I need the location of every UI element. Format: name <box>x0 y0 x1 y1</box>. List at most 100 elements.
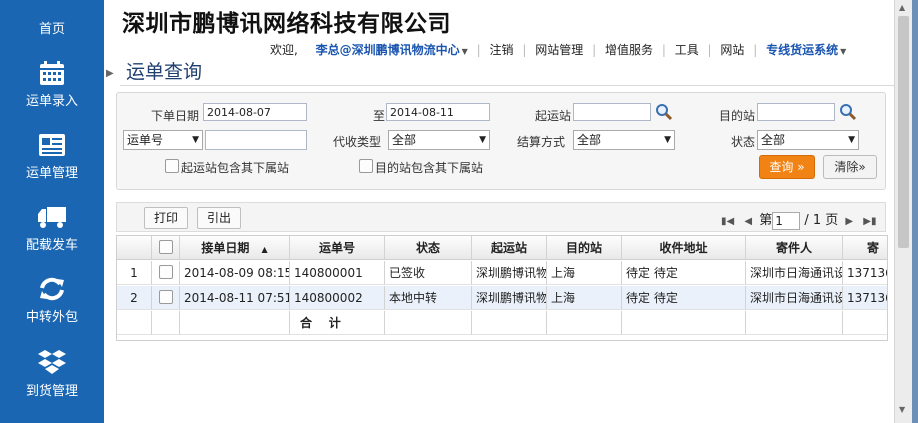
row-checkbox[interactable] <box>159 290 173 304</box>
divider <box>120 85 894 86</box>
calendar-icon <box>40 61 64 85</box>
sidebar-item-arrival-manage[interactable]: 到货管理 <box>0 348 104 399</box>
row-select-cell <box>152 261 180 285</box>
user-menu[interactable]: 李总@深圳鹏博讯物流中心 <box>316 41 460 58</box>
origin-input[interactable] <box>573 103 651 121</box>
page-total: / 1 页 <box>804 213 839 228</box>
collect-type-label: 代收类型 <box>333 135 382 149</box>
select-all-checkbox[interactable] <box>159 240 173 254</box>
column-header-index <box>117 236 152 260</box>
print-button[interactable]: 打印 <box>144 207 189 229</box>
dest-sub-checkbox[interactable] <box>359 159 373 173</box>
sidebar-item-label: 首页 <box>38 22 65 37</box>
column-header-destination[interactable]: 目的站 <box>547 236 622 260</box>
date-from-input[interactable]: 2014-08-07 <box>203 103 307 121</box>
address-cell: 待定 待定 <box>622 286 746 310</box>
settle-value: 全部 <box>577 133 602 147</box>
total-label: 合 计 <box>290 311 385 335</box>
sender-phone-cell: 137136 <box>843 261 887 285</box>
sender-cell: 深圳市日海通讯设 <box>746 261 843 285</box>
column-header-origin[interactable]: 起运站 <box>472 236 547 260</box>
waybill-number-input[interactable] <box>205 130 307 150</box>
origin-cell: 深圳鹏博讯物 <box>472 286 547 310</box>
nav-value-added[interactable]: 增值服务 <box>605 41 653 58</box>
sidebar-item-label: 运单管理 <box>25 166 78 181</box>
order-date-cell: 2014-08-11 07:51 <box>180 286 290 310</box>
dest-sub-label: 目的站包含其下属站 <box>375 161 484 175</box>
chevron-down-icon: ▼ <box>192 135 199 145</box>
last-page-icon[interactable]: ▶▮ <box>863 216 876 227</box>
dropbox-icon <box>38 350 66 374</box>
status-select[interactable]: 全部 ▼ <box>757 130 859 150</box>
page-number-input[interactable]: 1 <box>772 211 801 230</box>
chevron-down-icon: ▼ <box>664 135 671 145</box>
column-header-waybill-no[interactable]: 运单号 <box>290 236 385 260</box>
sidebar-toggle-icon[interactable]: ▶ <box>106 68 114 79</box>
chevron-down-icon[interactable]: ▼ <box>462 47 468 56</box>
welcome-text: 欢迎, <box>270 43 298 57</box>
column-header-status[interactable]: 状态 <box>385 236 472 260</box>
sidebar-item-waybill-manage[interactable]: 运单管理 <box>0 132 104 181</box>
vertical-scrollbar[interactable]: ▲ ▼ <box>894 0 913 423</box>
waybill-type-select[interactable]: 运单号 ▼ <box>123 130 203 150</box>
column-header-sender-phone[interactable]: 寄 <box>843 236 887 260</box>
row-index: 1 <box>117 261 152 285</box>
collect-type-select[interactable]: 全部 ▼ <box>388 130 490 150</box>
waybill-table: 接单日期 ▲ 运单号 状态 起运站 目的站 收件地址 寄件人 寄 1 2014-… <box>116 235 888 341</box>
nav-website[interactable]: 网站 <box>720 41 744 58</box>
sidebar-item-waybill-entry[interactable]: 运单录入 <box>0 60 104 109</box>
scroll-up-icon[interactable]: ▲ <box>899 3 905 12</box>
sidebar-item-transfer-outsource[interactable]: 中转外包 <box>0 276 104 325</box>
page-prefix: 第 <box>759 213 773 228</box>
sender-cell: 深圳市日海通讯设 <box>746 286 843 310</box>
sidebar-item-home[interactable]: 首页 <box>0 18 104 37</box>
next-page-icon[interactable]: ▶ <box>845 216 853 227</box>
settle-select[interactable]: 全部 ▼ <box>573 130 675 150</box>
export-button[interactable]: 引出 <box>197 207 242 229</box>
origin-sub-label: 起运站包含其下属站 <box>181 161 290 175</box>
chevron-down-icon: ▼ <box>848 135 855 145</box>
chevron-down-icon[interactable]: ▼ <box>840 47 846 56</box>
search-icon[interactable] <box>839 103 857 121</box>
status-value: 全部 <box>761 133 786 147</box>
order-date-cell: 2014-08-09 08:15 <box>180 261 290 285</box>
main-content: 深圳市鹏博讯网络科技有限公司 欢迎, 李总@深圳鹏博讯物流中心 ▼ | 注销 | … <box>104 0 894 423</box>
grid-toolbar: 打印 引出 ▮◀ ◀ 第1 / 1 页 ▶ ▶▮ <box>116 202 886 232</box>
date-to-input[interactable]: 2014-08-11 <box>386 103 490 121</box>
sidebar-item-loading-dispatch[interactable]: 配载发车 <box>0 204 104 253</box>
nav-tools[interactable]: 工具 <box>675 41 699 58</box>
chevron-down-icon: ▼ <box>479 135 486 145</box>
collect-type-value: 全部 <box>392 133 417 147</box>
column-header-sender[interactable]: 寄件人 <box>746 236 843 260</box>
order-date-label: 下单日期 <box>151 109 200 123</box>
scroll-down-icon[interactable]: ▼ <box>899 405 905 414</box>
clear-button[interactable]: 清除» <box>823 155 877 179</box>
row-checkbox[interactable] <box>159 265 173 279</box>
refresh-icon <box>40 277 64 301</box>
dest-label: 目的站 <box>719 109 756 123</box>
page-title: 运单查询 <box>126 61 203 83</box>
nav-site-management[interactable]: 网站管理 <box>535 41 583 58</box>
first-page-icon[interactable]: ▮◀ <box>721 216 734 227</box>
window-frame <box>912 0 918 423</box>
origin-sub-checkbox[interactable] <box>165 159 179 173</box>
prev-page-icon[interactable]: ◀ <box>744 216 752 227</box>
nav-logout[interactable]: 注销 <box>490 41 514 58</box>
column-header-address[interactable]: 收件地址 <box>622 236 746 260</box>
row-select-cell <box>152 286 180 310</box>
status-cell: 本地中转 <box>385 286 472 310</box>
waybill-no-cell[interactable]: 140800001 <box>290 261 385 285</box>
row-index: 2 <box>117 286 152 310</box>
dest-input[interactable] <box>757 103 835 121</box>
pager: ▮◀ ◀ 第1 / 1 页 ▶ ▶▮ <box>718 209 879 230</box>
search-icon[interactable] <box>655 103 673 121</box>
query-button[interactable]: 查询 » <box>759 155 815 179</box>
waybill-no-cell[interactable]: 140800002 <box>290 286 385 310</box>
scrollbar-thumb[interactable] <box>898 16 909 248</box>
column-header-select <box>152 236 180 260</box>
column-header-order-date[interactable]: 接单日期 ▲ <box>180 236 290 260</box>
origin-cell: 深圳鹏博讯物 <box>472 261 547 285</box>
filter-panel: 下单日期 2014-08-07 至 2014-08-11 起运站 目的站 运单号… <box>116 92 886 190</box>
system-switcher[interactable]: 专线货运系统 <box>766 41 838 58</box>
sidebar-item-label: 到货管理 <box>25 384 78 399</box>
